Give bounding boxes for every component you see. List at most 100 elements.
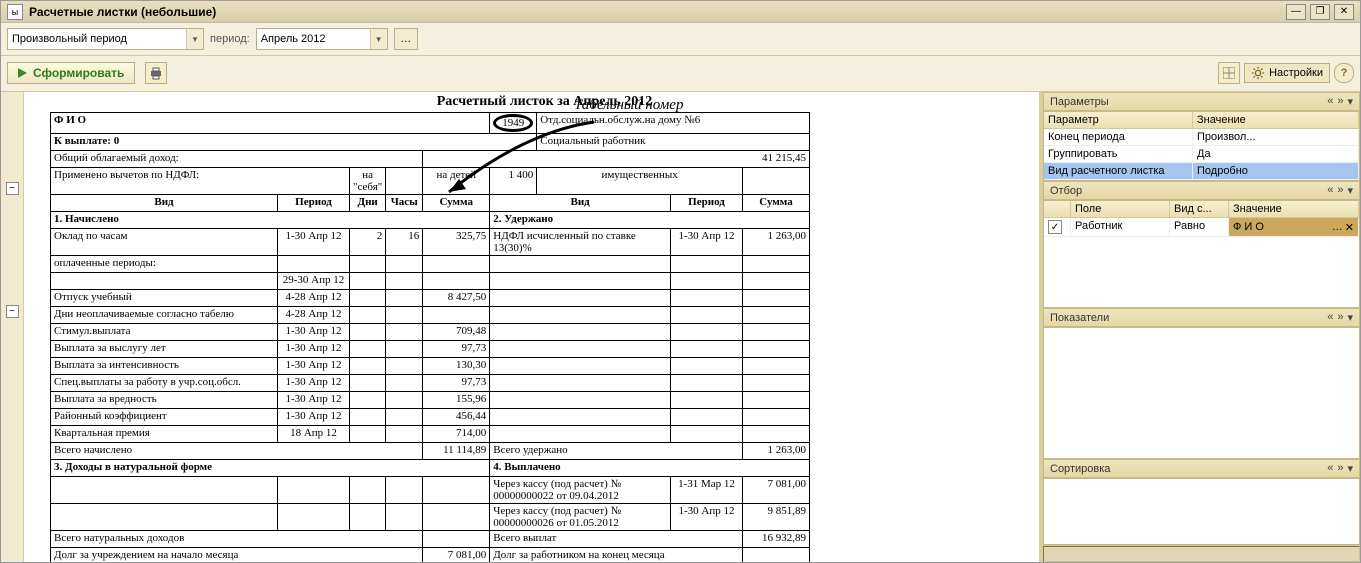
table-row: Выплата за выслугу лет1-30 Апр 1297,73 [51, 341, 810, 358]
income-value: 41 215,45 [423, 151, 810, 168]
params-row[interactable]: Вид расчетного листкаПодробно [1044, 163, 1359, 180]
ellipsis-icon[interactable]: … [1332, 221, 1343, 234]
toolbar-main: Сформировать Настройки ? [1, 56, 1360, 92]
sec-accrued: 1. Начислено [51, 212, 490, 229]
filter-col-v: Значение [1229, 201, 1359, 218]
annotation-label: Табельный номер [574, 97, 683, 114]
col-vid-right: Вид [490, 195, 671, 212]
paid-total-lbl: Всего выплат [490, 531, 743, 548]
sort-header[interactable]: Сортировка «»▾ [1043, 459, 1360, 478]
filter-grid[interactable]: Поле Вид с... Значение ✓ Работник Равно … [1043, 200, 1360, 308]
period-dialog-button[interactable]: … [394, 28, 418, 50]
ded-child-val: 1 400 [490, 168, 537, 195]
sec-natural: 3. Доходы в натуральной форме [51, 460, 490, 477]
ded-prop-val [743, 168, 810, 195]
outline-gutter: − − [1, 92, 24, 562]
chevron-down-icon[interactable]: ▾ [1347, 95, 1353, 108]
period-combo[interactable] [256, 28, 388, 50]
payslip-table: Ф И О 1949 Отд.социальн.обслуж.на дому №… [50, 112, 810, 562]
indicators-header[interactable]: Показатели «»▾ [1043, 308, 1360, 327]
settings-panel: Параметры «»▾ Параметр Значение Конец пе… [1039, 92, 1360, 562]
filter-col-c: Вид с... [1170, 201, 1229, 218]
toolbar-period: период: … [1, 23, 1360, 55]
debt-org-lbl: Долг за учреждением на начало месяца [51, 548, 423, 562]
nat-total-lbl: Всего натуральных доходов [51, 531, 423, 548]
ded-self-lbl: на "себя" [350, 168, 386, 195]
table-row: Через кассу (под расчет) № 00000000022 о… [51, 477, 810, 504]
tree-collapse-2[interactable]: − [6, 305, 19, 318]
generate-label: Сформировать [33, 66, 124, 80]
position: Социальный работник [537, 134, 810, 151]
period-label: период: [210, 33, 250, 45]
emp-number: 1949 [493, 114, 533, 132]
params-row[interactable]: Конец периодаПроизвол... [1044, 129, 1359, 146]
col-period-right: Период [671, 195, 743, 212]
table-row: Дни неоплачиваемые согласно табелю4-28 А… [51, 307, 810, 324]
col-hours: Часы [386, 195, 423, 212]
department: Отд.социальн.обслуж.на дому №6 [537, 113, 810, 134]
col-sum-right: Сумма [743, 195, 810, 212]
col-days: Дни [350, 195, 386, 212]
table-row: 29-30 Апр 12 [51, 273, 810, 290]
ded-self-val [386, 168, 423, 195]
mode-combo[interactable] [7, 28, 204, 50]
nav-right-icon[interactable]: » [1337, 95, 1343, 108]
filter-value-cell[interactable]: Ф И О …✕ [1229, 218, 1359, 237]
paid-total-val: 16 932,89 [743, 531, 810, 548]
restore-button[interactable]: ❐ [1310, 4, 1330, 20]
params-row[interactable]: ГруппироватьДа [1044, 146, 1359, 163]
generate-button[interactable]: Сформировать [7, 62, 135, 84]
table-row: Оклад по часам1-30 Апр 12216325,75НДФЛ и… [51, 229, 810, 256]
mode-input[interactable] [8, 30, 186, 48]
table-row: оплаченные периоды: [51, 256, 810, 273]
sort-grid[interactable] [1043, 478, 1360, 545]
indicators-grid[interactable] [1043, 327, 1360, 459]
tree-collapse-1[interactable]: − [6, 182, 19, 195]
debt-emp-lbl: Долг за работником на конец месяца [490, 548, 743, 562]
ded-child-lbl: на детей [423, 168, 490, 195]
params-header[interactable]: Параметры «»▾ [1043, 92, 1360, 111]
settings-label: Настройки [1269, 67, 1323, 79]
filter-row[interactable]: ✓ Работник Равно Ф И О …✕ [1044, 218, 1359, 237]
ded-prop-lbl: имущественных [537, 168, 743, 195]
col-vid-left: Вид [51, 195, 278, 212]
col-sum-left: Сумма [423, 195, 490, 212]
income-label: Общий облагаемый доход: [51, 151, 423, 168]
filter-check[interactable]: ✓ [1048, 220, 1062, 234]
play-icon [18, 68, 27, 78]
topay-cell: К выплате: 0 [51, 134, 537, 151]
params-grid[interactable]: Параметр Значение Конец периодаПроизвол.… [1043, 111, 1360, 181]
help-button[interactable]: ? [1334, 63, 1354, 83]
sec-withheld: 2. Удержано [490, 212, 810, 229]
gear-icon [1251, 66, 1265, 80]
accrued-total-lbl: Всего начислено [51, 443, 423, 460]
report-title: Расчетный листок за Апрель 2012 [50, 94, 1039, 110]
mode-arrow-icon[interactable] [186, 29, 203, 49]
nav-left-icon[interactable]: « [1327, 95, 1333, 108]
table-row: Выплата за интенсивность1-30 Апр 12130,3… [51, 358, 810, 375]
params-col-v: Значение [1193, 112, 1359, 129]
table-row: Отпуск учебный4-28 Апр 128 427,50 [51, 290, 810, 307]
report-area[interactable]: Табельный номер Расчетный листок за Апре… [24, 92, 1039, 562]
title-bar: ы Расчетные листки (небольшие) — ❐ ✕ [1, 1, 1360, 23]
params-col-p: Параметр [1044, 112, 1193, 129]
filter-col-f: Поле [1071, 201, 1170, 218]
minimize-button[interactable]: — [1286, 4, 1306, 20]
table-row: Квартальная премия18 Апр 12714,00 [51, 426, 810, 443]
period-arrow-icon[interactable] [370, 29, 387, 49]
table-row: Стимул.выплата1-30 Апр 12709,48 [51, 324, 810, 341]
settings-button[interactable]: Настройки [1244, 63, 1330, 83]
accrued-total-val: 11 114,89 [423, 443, 490, 460]
fio-label: Ф И О [51, 113, 490, 134]
table-row: Выплата за вредность1-30 Апр 12155,96 [51, 392, 810, 409]
close-button[interactable]: ✕ [1334, 4, 1354, 20]
period-input[interactable] [257, 30, 370, 48]
print-button[interactable] [145, 62, 167, 84]
emp-number-cell: 1949 [490, 113, 537, 134]
window-title: Расчетные листки (небольшие) [29, 5, 1286, 19]
side-scroll[interactable] [1043, 545, 1360, 562]
clear-icon[interactable]: ✕ [1345, 221, 1354, 234]
grid-icon-button[interactable] [1218, 62, 1240, 84]
withheld-total-val: 1 263,00 [743, 443, 810, 460]
filter-header[interactable]: Отбор «»▾ [1043, 181, 1360, 200]
